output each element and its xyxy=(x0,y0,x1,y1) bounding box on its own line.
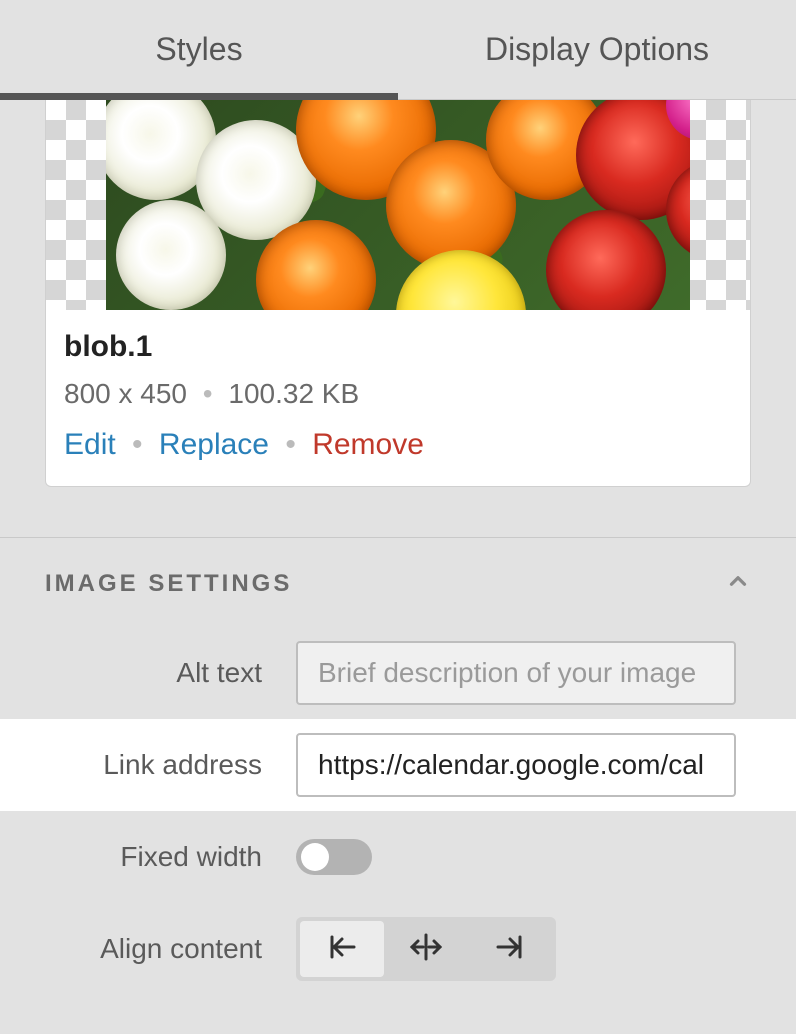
align-center-button[interactable] xyxy=(384,921,468,977)
row-alt-text: Alt text xyxy=(0,627,796,719)
dot-separator: • xyxy=(277,428,304,461)
row-fixed-width: Fixed width xyxy=(0,811,796,903)
link-address-input[interactable] xyxy=(296,733,736,797)
tabs: Styles Display Options xyxy=(0,0,796,100)
align-content-label: Align content xyxy=(0,933,296,965)
image-filename: blob.1 xyxy=(64,330,732,364)
tab-label: Display Options xyxy=(485,31,709,68)
chevron-up-icon xyxy=(725,568,751,599)
remove-link[interactable]: Remove xyxy=(312,428,424,461)
dot-separator: • xyxy=(195,378,221,409)
link-address-label: Link address xyxy=(0,749,296,781)
section-header-image-settings[interactable]: IMAGE SETTINGS xyxy=(0,537,796,627)
tab-label: Styles xyxy=(155,31,242,68)
image-thumbnail xyxy=(106,100,690,310)
tab-styles[interactable]: Styles xyxy=(0,0,398,99)
toggle-knob xyxy=(301,843,329,871)
fixed-width-toggle[interactable] xyxy=(296,839,372,875)
align-left-button[interactable] xyxy=(300,921,384,977)
section-title: IMAGE SETTINGS xyxy=(45,570,292,598)
alt-text-input[interactable] xyxy=(296,641,736,705)
image-card: blob.1 800 x 450 • 100.32 KB Edit • Repl… xyxy=(45,100,751,487)
dot-separator: • xyxy=(124,428,151,461)
image-dimensions-row: 800 x 450 • 100.32 KB xyxy=(64,378,732,410)
fixed-width-label: Fixed width xyxy=(0,841,296,873)
row-link-address: Link address xyxy=(0,719,796,811)
align-right-icon xyxy=(490,927,530,972)
tab-display-options[interactable]: Display Options xyxy=(398,0,796,99)
edit-link[interactable]: Edit xyxy=(64,428,116,461)
replace-link[interactable]: Replace xyxy=(159,428,269,461)
image-preview[interactable] xyxy=(46,100,750,310)
align-left-icon xyxy=(322,927,362,972)
alt-text-label: Alt text xyxy=(0,657,296,689)
row-align-content: Align content xyxy=(0,903,796,995)
align-center-icon xyxy=(406,927,446,972)
image-meta: blob.1 800 x 450 • 100.32 KB Edit • Repl… xyxy=(46,310,750,486)
align-content-segmented xyxy=(296,917,556,981)
image-card-wrap: blob.1 800 x 450 • 100.32 KB Edit • Repl… xyxy=(0,100,796,487)
align-right-button[interactable] xyxy=(468,921,552,977)
image-filesize: 100.32 KB xyxy=(228,378,359,409)
image-settings-form: Alt text Link address Fixed width Align … xyxy=(0,627,796,995)
image-actions: Edit • Replace • Remove xyxy=(64,428,732,462)
image-dimensions: 800 x 450 xyxy=(64,378,187,409)
